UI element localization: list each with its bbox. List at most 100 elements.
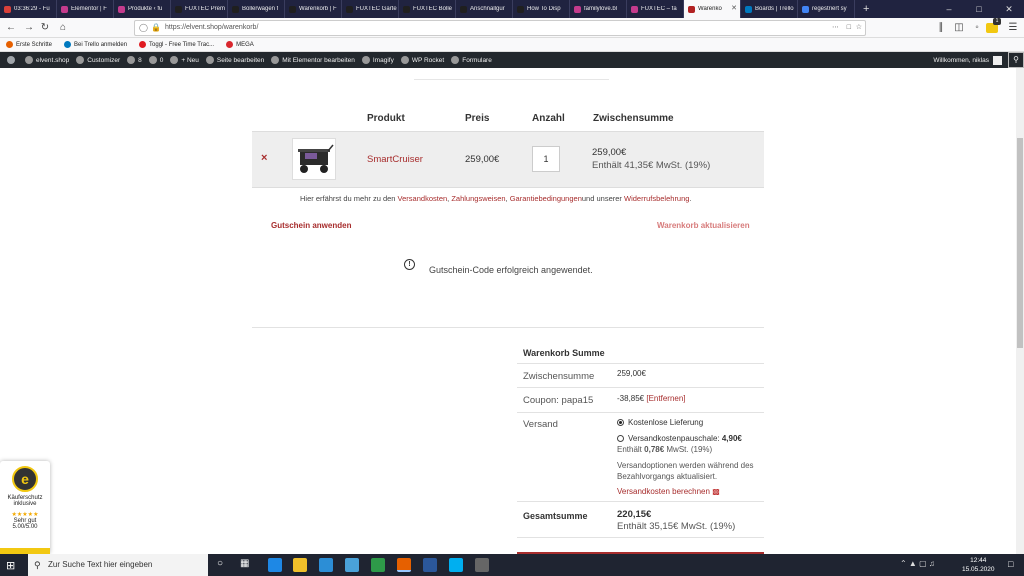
tab-title[interactable]: FUXTEC – fa [641, 6, 677, 12]
browser-tab[interactable]: How To Disp [513, 0, 570, 18]
app2-icon[interactable] [371, 558, 385, 572]
windows-start-icon[interactable]: ⊞ [6, 559, 15, 572]
tab-title[interactable]: FUXTEC Bolle [413, 6, 452, 12]
bookmark-item[interactable]: Toggl - Free Time Trac... [139, 41, 214, 48]
wp-item-label[interactable]: 8 [138, 57, 142, 64]
quantity-input[interactable]: 1 [532, 146, 560, 172]
browser-tab[interactable]: Produkte ‹ fu [114, 0, 171, 18]
browser-tab[interactable]: FUXTEC Bolle [399, 0, 456, 18]
menu-icon[interactable]: ☰ [1006, 21, 1020, 35]
clock[interactable]: 12:44 15.05.2020 [962, 556, 995, 574]
calculator-icon[interactable] [475, 558, 489, 572]
shipping-option-free[interactable]: Kostenlose Lieferung [628, 418, 703, 427]
tab-title[interactable]: Bollerwagen f [242, 6, 278, 12]
pocket-icon[interactable]: □ [847, 21, 851, 35]
wp-admin-item[interactable]: Mit Elementor bearbeiten [271, 56, 355, 64]
taskbar-search-input[interactable]: ⚲ Zur Suche Text hier eingeben [28, 554, 208, 576]
home-icon[interactable]: ⌂ [56, 21, 70, 35]
browser-tab[interactable]: 03:36:29 - Fu [0, 0, 57, 18]
search-icon[interactable]: ⚲ [1008, 52, 1024, 68]
tab-title[interactable]: Anschnallgur [470, 6, 505, 12]
bookmark-item[interactable]: Erste Schritte [6, 41, 52, 48]
minimize-icon[interactable]: – [934, 4, 964, 14]
extension-icon[interactable]: 1 [986, 18, 1001, 33]
lock-icon[interactable]: 🔒 [151, 21, 161, 35]
shield-icon[interactable]: ◯ [139, 21, 148, 35]
bookmark-item[interactable]: Bei Trello anmelden [64, 41, 127, 48]
browser-tab[interactable]: Bollerwagen f [228, 0, 285, 18]
wp-admin-item[interactable]: Imagify [361, 56, 394, 64]
browser-tab[interactable]: Warenko ✕ [684, 0, 741, 18]
bookmark-label[interactable]: Erste Schritte [16, 42, 52, 48]
tab-title[interactable]: FUXTEC Prem [185, 6, 225, 12]
scrollbar-thumb[interactable] [1017, 138, 1023, 348]
reload-icon[interactable]: ↻ [38, 21, 52, 35]
skype-icon[interactable] [449, 558, 463, 572]
notifications-icon[interactable]: □ [1008, 559, 1013, 569]
url-text[interactable]: https://elvent.shop/warenkorb/ [165, 24, 258, 31]
warranty-link[interactable]: Garantiebedingungen [510, 194, 582, 203]
browser-tab[interactable]: Boards | Trello [741, 0, 798, 18]
wp-admin-item[interactable]: Customizer [76, 56, 120, 64]
word-icon[interactable] [423, 558, 437, 572]
wp-item-label[interactable]: Seite bearbeiten [217, 57, 264, 64]
wp-admin-item[interactable]: 0 [148, 56, 164, 64]
sidebar-icon[interactable]: ◫ [952, 21, 966, 35]
cortana-icon[interactable]: ○ [217, 558, 223, 569]
wp-item-label[interactable]: + Neu [181, 57, 199, 64]
mail-icon[interactable] [319, 558, 333, 572]
url-bar[interactable]: ◯ 🔒 https://elvent.shop/warenkorb/ ⋯ □ ☆ [134, 20, 866, 36]
payment-methods-link[interactable]: Zahlungsweisen [451, 194, 505, 203]
wordpress-icon[interactable] [7, 56, 18, 64]
wp-admin-item[interactable]: 8 [127, 56, 142, 64]
shipping-costs-link[interactable]: Versandkosten [398, 194, 448, 203]
tab-title[interactable]: How To Disp [527, 6, 561, 12]
update-cart-button[interactable]: Warenkorb aktualisieren [657, 221, 750, 230]
wp-greeting[interactable]: Willkommen, niklas [933, 57, 989, 64]
tab-title[interactable]: Warenkorb | F [299, 6, 337, 12]
wp-item-label[interactable]: Mit Elementor bearbeiten [282, 57, 355, 64]
page-scrollbar[interactable] [1016, 68, 1024, 554]
close-window-icon[interactable]: ✕ [994, 4, 1024, 15]
app-icon[interactable] [345, 558, 359, 572]
remove-item-button[interactable]: × [261, 152, 267, 164]
product-thumbnail[interactable] [292, 138, 336, 180]
browser-tab[interactable]: FUXTEC Garte [342, 0, 399, 18]
firefox-icon[interactable] [397, 558, 411, 572]
browser-tab[interactable]: FUXTEC Prem [171, 0, 228, 18]
tab-title[interactable]: familylove.bl [584, 6, 617, 12]
close-tab-icon[interactable]: ✕ [731, 4, 737, 12]
wp-item-label[interactable]: WP Rocket [412, 57, 444, 64]
bookmark-star-icon[interactable]: ☆ [856, 21, 862, 35]
shipping-option-flat[interactable]: Versandkostenpauschale: 4,90€ [628, 434, 742, 443]
maximize-icon[interactable]: □ [964, 4, 994, 14]
browser-tab[interactable]: Elementor | F [57, 0, 114, 18]
taskbar-search-placeholder[interactable]: Zur Suche Text hier eingeben [48, 560, 152, 569]
tab-title[interactable]: Elementor | F [71, 6, 107, 12]
back-icon[interactable]: ← [4, 21, 18, 35]
shipping-radio-flat[interactable] [617, 435, 624, 442]
task-view-icon[interactable]: ▦ [240, 558, 249, 569]
browser-tab[interactable]: regestriert sy [798, 0, 855, 18]
trusted-shops-badge[interactable]: e Käuferschutz inklusive ★★★★★ Sehr gut … [0, 461, 50, 554]
avatar[interactable] [993, 55, 1002, 65]
calculate-shipping-link[interactable]: Versandkosten berechnen ▩ [617, 487, 720, 496]
library-icon[interactable]: ∥ [934, 21, 948, 35]
wp-item-label[interactable]: 0 [160, 57, 164, 64]
apply-coupon-button[interactable]: Gutschein anwenden [271, 221, 351, 230]
new-tab-button[interactable]: + [863, 3, 869, 15]
browser-tab[interactable]: Anschnallgur [456, 0, 513, 18]
tab-title[interactable]: Produkte ‹ fu [128, 6, 162, 12]
tab-title[interactable]: 03:36:29 - Fu [14, 6, 50, 12]
wp-admin-item[interactable]: Seite bearbeiten [205, 56, 264, 64]
wp-admin-item[interactable]: + Neu [170, 56, 199, 64]
remove-coupon-link[interactable]: [Entfernen] [646, 394, 685, 403]
browser-tab[interactable]: familylove.bl [570, 0, 627, 18]
shipping-radio-free[interactable] [617, 419, 624, 426]
calculate-shipping-label[interactable]: Versandkosten berechnen [617, 487, 710, 496]
wp-admin-item[interactable]: WP Rocket [400, 56, 444, 64]
tab-title[interactable]: regestriert sy [812, 6, 847, 12]
tab-title[interactable]: FUXTEC Garte [356, 6, 397, 12]
explorer-icon[interactable] [293, 558, 307, 572]
forward-icon[interactable]: → [22, 21, 36, 35]
